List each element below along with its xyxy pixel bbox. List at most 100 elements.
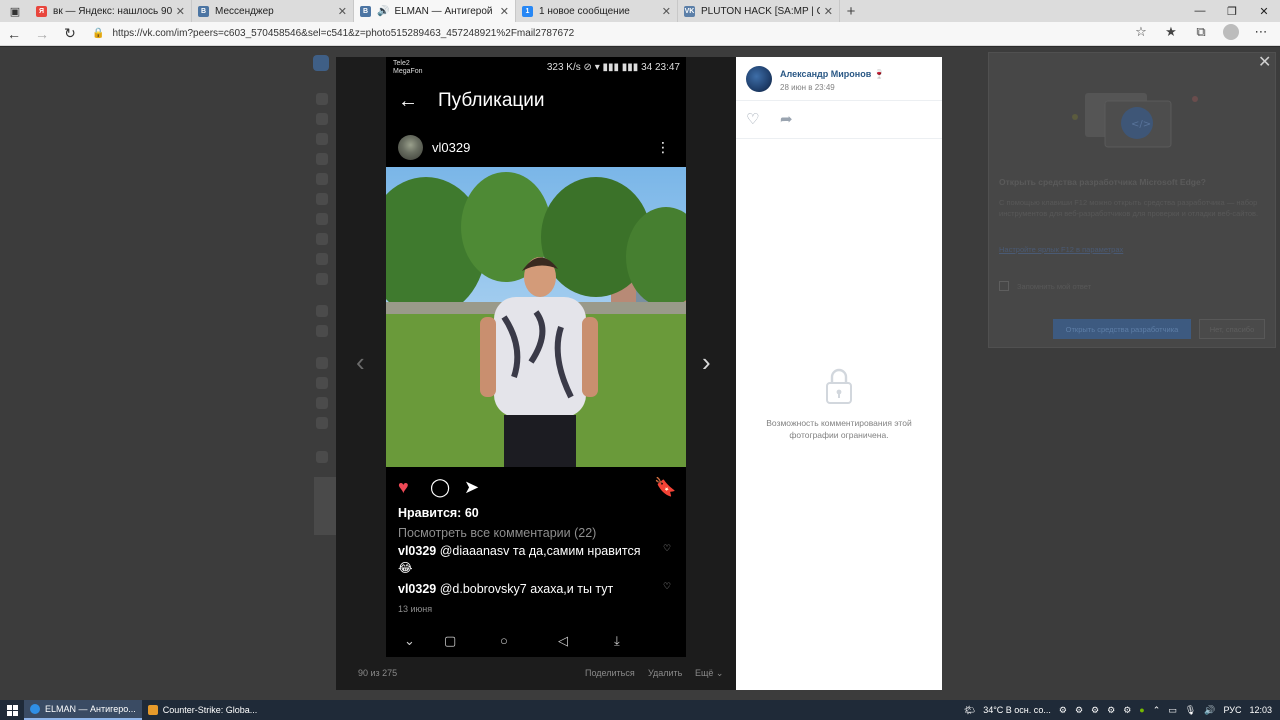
services-nav-icon [316,305,328,317]
ig-comment-user: vl0329 [398,544,437,558]
steam-icon[interactable]: ⚙ [1059,705,1067,716]
back-icon[interactable]: ← [0,26,28,42]
devtools-shortcut-link[interactable]: Настройте ярлык F12 в параметрах [999,245,1123,254]
no-thanks-button[interactable]: Нет, спасибо [1199,319,1265,339]
close-tab-icon[interactable]: ✕ [662,5,671,18]
favorites-icon[interactable]: ★ [1156,24,1186,43]
status-right: 323 K/s ⊘ ▾ ▮▮▮ ▮▮▮ 34 23:47 [546,62,680,73]
minimize-icon[interactable]: — [1184,0,1216,22]
author-avatar[interactable] [746,66,772,92]
devtools-prompt-dimmed: </> Открыть средства разработчика Micros… [988,52,1276,348]
browser-tab-strip: ▣ Я вк — Яндекс: нашлось 90 млн р ✕ В Ме… [0,0,1280,22]
like-heart-icon[interactable]: ♡ [746,110,759,128]
url-field[interactable]: 🔒 https://vk.com/im?peers=c603_570458546… [84,24,1126,44]
tab-elman-active[interactable]: В 🔊 ELMAN — Антигерой ✕ [354,0,516,22]
ig-comment-text: @d.bobrovsky7 ахаха,и ты тут [436,582,614,596]
weather-icon[interactable]: 🌤 [964,705,975,716]
delete-link[interactable]: Удалить [648,668,682,678]
add-favorite-icon[interactable]: ☆ [1126,24,1156,43]
ig-avatar [398,134,423,160]
start-button[interactable] [0,700,24,720]
devtools-prompt-text: С помощью клавиши F12 можно открыть сред… [999,198,1259,218]
ig-back-icon: ← [398,89,418,112]
padlock-icon [824,367,854,405]
settings-menu-icon[interactable]: ⋯ [1246,24,1276,43]
ig-view-all-comments: Посмотреть все комментарии (22) [398,526,597,540]
profile-avatar[interactable] [1216,24,1246,43]
network-icon[interactable]: ▭ [1168,705,1177,716]
comments-locked-message: Возможность комментирования этой фотогра… [766,418,912,440]
remember-choice-checkbox[interactable]: Запомнить мой ответ [999,281,1091,291]
lock-icon[interactable]: 🔒 [92,28,104,39]
ig-post-author: vl0329 ⋮ [386,132,686,162]
author-name-link[interactable]: Александр Миронов 🍷 [780,69,885,80]
close-tab-icon[interactable]: ✕ [824,5,833,18]
instagram-screenshot[interactable]: Tele2 MegaFon 323 K/s ⊘ ▾ ▮▮▮ ▮▮▮ 34 23:… [386,57,686,657]
svg-text:</>: </> [1131,119,1151,130]
microphone-icon[interactable]: 🎙 [1185,705,1196,716]
ig-comment-like-icon: ♡ [663,581,672,591]
checkbox-box[interactable] [999,281,1009,291]
android-chevron-down-icon: ⌄ [404,633,415,648]
open-devtools-button[interactable]: Открыть средства разработчика [1053,319,1191,339]
steam-icon[interactable]: ⚙ [1107,705,1115,716]
share-arrow-icon[interactable]: ➦ [780,110,793,128]
tab-title: ELMAN — Антигерой [394,5,493,17]
messages-nav-icon [316,133,328,145]
remember-choice-label: Запомнить мой ответ [1017,281,1092,291]
tab-pluton[interactable]: VK PLUTON HACK [SA:MP | CR:MP] ✕ [678,0,840,22]
taskbar-edge-window[interactable]: ELMAN — Антигеро... [24,700,142,720]
audio-playing-icon[interactable]: 🔊 [377,6,389,17]
games-nav-icon [316,273,328,285]
tab-yandex[interactable]: Я вк — Яндекс: нашлось 90 млн р ✕ [30,0,192,22]
new-tab-button[interactable]: + [840,0,862,22]
language-indicator[interactable]: РУС [1223,705,1241,715]
photo-actions: ♡ ➦ [736,101,942,139]
photo-counter: 90 из 275 [358,668,398,678]
tray-overflow-icon[interactable]: ⌃ [1153,705,1161,716]
url-text: https://vk.com/im?peers=c603_570458546&s… [112,28,575,39]
forward-icon[interactable]: → [28,26,56,42]
windows-taskbar: ELMAN — Антигеро... Counter-Strike: Glob… [0,700,1280,720]
tab-actions-menu-icon[interactable]: ▣ [0,0,30,22]
ig-likes-count: Нравится: 60 [398,506,479,520]
close-tab-icon[interactable]: ✕ [176,5,185,18]
photo-upload-date[interactable]: 28 июн в 23:49 [780,83,835,92]
ig-post-date: 13 июня [398,604,433,614]
close-tab-icon[interactable]: ✕ [338,5,347,18]
close-tab-icon[interactable]: ✕ [500,5,509,18]
more-menu-link[interactable]: Ещё ⌄ [695,668,723,679]
yandex-favicon-icon: Я [36,5,47,17]
previous-photo-icon[interactable]: ‹ [356,347,365,378]
collections-icon[interactable]: ⧉ [1186,24,1216,43]
address-bar: ← → ↻ 🔒 https://vk.com/im?peers=c603_570… [0,22,1280,46]
next-photo-icon[interactable]: › [702,347,711,378]
vkpay-nav-icon [316,325,328,337]
nvidia-icon[interactable]: ● [1139,705,1144,715]
tab-title: PLUTON HACK [SA:MP | CR:MP] [701,5,820,17]
videos-nav-icon [316,233,328,245]
weather-text[interactable]: 34°C В осн. со... [983,705,1051,715]
ig-username: vl0329 [432,139,471,155]
clock[interactable]: 12:03 [1249,705,1272,715]
tab-new-message[interactable]: 1 1 новое сообщение ✕ [516,0,678,22]
share-link[interactable]: Поделиться [585,668,635,678]
tab-messenger[interactable]: В Мессенджер ✕ [192,0,354,22]
ig-post-photo [386,167,686,467]
news-nav-icon [316,113,328,125]
steam-icon[interactable]: ⚙ [1075,705,1083,716]
clips-nav-icon [316,253,328,265]
csgo-icon [147,705,158,715]
steam-icon[interactable]: ⚙ [1123,705,1131,716]
taskbar-csgo-window[interactable]: Counter-Strike: Globa... [142,700,264,720]
ig-like-heart-icon: ♥ [398,477,409,497]
maximize-icon[interactable]: ❐ [1216,0,1248,22]
close-viewer-icon[interactable]: ✕ [1258,52,1271,72]
reload-icon[interactable]: ↻ [56,25,84,42]
steam-icon[interactable]: ⚙ [1091,705,1099,716]
friends-nav-icon [316,153,328,165]
phone-status-bar: Tele2 MegaFon 323 K/s ⊘ ▾ ▮▮▮ ▮▮▮ 34 23:… [386,57,686,79]
volume-icon[interactable]: 🔊 [1204,705,1215,716]
close-window-icon[interactable]: ✕ [1248,0,1280,22]
carrier-2: MegaFon [393,68,423,75]
